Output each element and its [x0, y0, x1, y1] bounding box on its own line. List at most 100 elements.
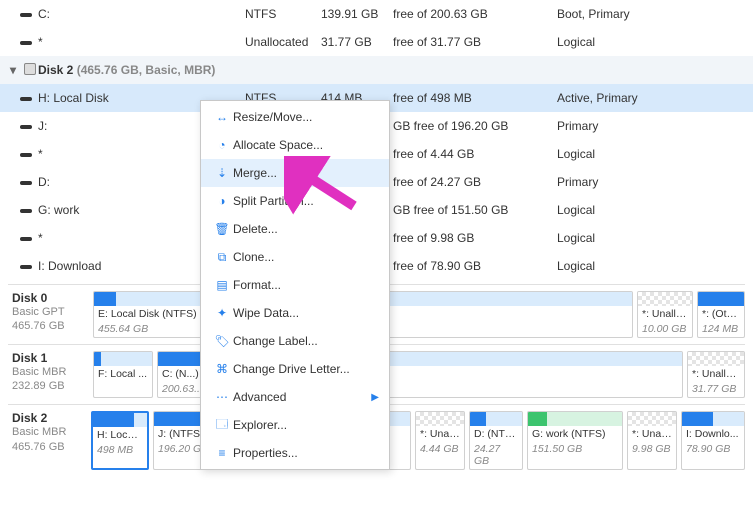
- segment-size: 9.98 GB: [628, 443, 676, 457]
- segment-size: 4.44 GB: [416, 443, 464, 457]
- disk-icon: [20, 231, 38, 245]
- ctx-split-partition[interactable]: ◑Split Partition...: [201, 187, 389, 215]
- disk-icon: [20, 35, 38, 49]
- free-label: free of 24.27 GB: [393, 175, 557, 189]
- disk-icon: [20, 7, 38, 21]
- disk-meta: (465.76 GB, Basic, MBR): [77, 63, 216, 77]
- menu-icon: ⋯: [211, 390, 233, 404]
- free-label: free of 78.90 GB: [393, 259, 557, 273]
- free-label: free of 4.44 GB: [393, 147, 557, 161]
- drive-label: C:: [38, 7, 245, 21]
- disk-type: Basic MBR: [12, 425, 91, 439]
- menu-label: Allocate Space...: [233, 138, 379, 152]
- partition-segment[interactable]: H: Local ...498 MB: [91, 411, 149, 470]
- disk-size: 465.76 GB: [12, 440, 91, 454]
- disk-icon: [20, 147, 38, 161]
- partition-segment[interactable]: *: Unallocated31.77 GB: [687, 351, 745, 398]
- segment-size: 78.90 GB: [682, 443, 744, 457]
- ctx-change-drive-letter[interactable]: ⌘Change Drive Letter...: [201, 355, 389, 383]
- partition-row[interactable]: *Unallocated31.77 GBfree of 31.77 GBLogi…: [0, 28, 753, 56]
- segment-label: *: Unallocated: [688, 366, 744, 383]
- ctx-resize-move[interactable]: ↔Resize/Move...: [201, 103, 389, 131]
- ctx-format[interactable]: ▤Format...: [201, 271, 389, 299]
- menu-icon: ✦: [211, 306, 233, 320]
- menu-icon: ◑: [211, 194, 233, 208]
- ctx-allocate-space[interactable]: ◔Allocate Space...: [201, 131, 389, 159]
- menu-label: Resize/Move...: [233, 110, 379, 124]
- menu-icon: 🗑: [211, 222, 233, 236]
- free-label: free of 200.63 GB: [393, 7, 557, 21]
- disk-type: Basic GPT: [12, 305, 93, 319]
- status-label: Active, Primary: [557, 91, 753, 105]
- disk-name: Disk 2: [12, 411, 91, 425]
- disk-icon: [20, 91, 38, 105]
- partition-segment[interactable]: *: Unallo...4.44 GB: [415, 411, 465, 470]
- partition-segment[interactable]: G: work (NTFS)151.50 GB: [527, 411, 623, 470]
- menu-label: Clone...: [233, 250, 379, 264]
- menu-icon: 🗔: [211, 415, 233, 436]
- segment-label: G: work (NTFS): [528, 426, 622, 443]
- hdd-icon: [24, 63, 38, 78]
- menu-icon: ⧉: [211, 250, 233, 265]
- menu-label: Delete...: [233, 222, 379, 236]
- disk-icon: [20, 119, 38, 133]
- segment-label: I: Downlo...: [682, 426, 744, 443]
- partition-segment[interactable]: *: Unallo...9.98 GB: [627, 411, 677, 470]
- free-label: free of 9.98 GB: [393, 231, 557, 245]
- size-label: 139.91 GB: [321, 7, 393, 21]
- menu-icon: ≡: [211, 446, 233, 460]
- menu-label: Format...: [233, 278, 379, 292]
- disk-name: Disk 0: [12, 291, 93, 305]
- submenu-arrow-icon: ▶: [371, 392, 379, 403]
- segment-label: *: Unallo...: [638, 306, 692, 323]
- fs-label: Unallocated: [245, 35, 321, 49]
- free-label: GB free of 151.50 GB: [393, 203, 557, 217]
- partition-segment[interactable]: D: (NTFS)24.27 GB: [469, 411, 523, 470]
- disk-icon: [20, 203, 38, 217]
- disk-header-disk2[interactable]: ▾ Disk 2 (465.76 GB, Basic, MBR): [0, 56, 753, 84]
- status-label: Primary: [557, 175, 753, 189]
- menu-icon: 🏷: [211, 334, 233, 348]
- free-label: free of 31.77 GB: [393, 35, 557, 49]
- menu-label: Explorer...: [233, 418, 379, 432]
- ctx-clone[interactable]: ⧉Clone...: [201, 243, 389, 271]
- status-label: Primary: [557, 119, 753, 133]
- segment-label: H: Local ...: [93, 427, 147, 444]
- status-label: Logical: [557, 203, 753, 217]
- context-menu: ↔Resize/Move...◔Allocate Space...⇣Merge.…: [200, 100, 390, 470]
- ctx-wipe-data[interactable]: ✦Wipe Data...: [201, 299, 389, 327]
- menu-label: Split Partition...: [233, 194, 379, 208]
- segment-size: 31.77 GB: [688, 383, 744, 397]
- size-label: 31.77 GB: [321, 35, 393, 49]
- partition-segment[interactable]: F: Local ...: [93, 351, 153, 398]
- ctx-delete[interactable]: 🗑Delete...: [201, 215, 389, 243]
- partition-segment[interactable]: I: Downlo...78.90 GB: [681, 411, 745, 470]
- ctx-change-label[interactable]: 🏷Change Label...: [201, 327, 389, 355]
- segment-size: 124 MB: [698, 323, 744, 337]
- segment-size: 498 MB: [93, 444, 147, 458]
- free-label: GB free of 196.20 GB: [393, 119, 557, 133]
- menu-label: Change Drive Letter...: [233, 362, 379, 376]
- partition-segment[interactable]: *: (Other)124 MB: [697, 291, 745, 338]
- segment-label: *: Unallo...: [416, 426, 464, 443]
- disk-size: 232.89 GB: [12, 379, 93, 393]
- segment-label: D: (NTFS): [470, 426, 522, 443]
- segment-label: F: Local ...: [94, 366, 152, 383]
- disk-type: Basic MBR: [12, 365, 93, 379]
- fs-label: NTFS: [245, 7, 321, 21]
- partition-row[interactable]: C:NTFS139.91 GBfree of 200.63 GBBoot, Pr…: [0, 0, 753, 28]
- ctx-properties[interactable]: ≡Properties...: [201, 439, 389, 467]
- ctx-advanced[interactable]: ⋯Advanced▶: [201, 383, 389, 411]
- menu-label: Advanced: [233, 390, 371, 404]
- segment-label: *: (Other): [698, 306, 744, 323]
- partition-segment[interactable]: *: Unallo...10.00 GB: [637, 291, 693, 338]
- segment-size: 24.27 GB: [470, 443, 522, 469]
- status-label: Logical: [557, 259, 753, 273]
- ctx-explorer[interactable]: 🗔Explorer...: [201, 411, 389, 439]
- disk-size: 465.76 GB: [12, 319, 93, 333]
- ctx-merge[interactable]: ⇣Merge...: [201, 159, 389, 187]
- segment-size: 151.50 GB: [528, 443, 622, 457]
- menu-label: Change Label...: [233, 334, 379, 348]
- segment-size: 10.00 GB: [638, 323, 692, 337]
- menu-label: Properties...: [233, 446, 379, 460]
